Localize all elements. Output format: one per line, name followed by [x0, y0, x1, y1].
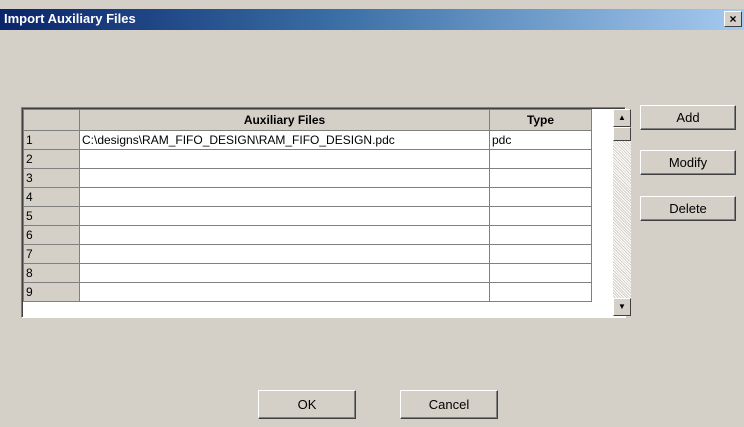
file-cell[interactable]	[79, 225, 490, 245]
files-table: Auxiliary Files Type 1 C:\designs\RAM_FI…	[23, 109, 592, 302]
ok-button[interactable]: OK	[258, 390, 356, 419]
modify-button[interactable]: Modify	[640, 150, 736, 175]
table-row[interactable]: 2	[23, 149, 592, 169]
type-cell[interactable]	[489, 168, 592, 188]
type-cell[interactable]	[489, 282, 592, 302]
row-number: 8	[23, 263, 80, 283]
table-header-row: Auxiliary Files Type	[23, 109, 592, 131]
file-cell[interactable]	[79, 206, 490, 226]
table-row[interactable]: 3	[23, 168, 592, 188]
file-cell[interactable]	[79, 187, 490, 207]
table-row[interactable]: 1 C:\designs\RAM_FIFO_DESIGN\RAM_FIFO_DE…	[23, 130, 592, 150]
dialog-window: Import Auxiliary Files × Auxiliary Files…	[0, 0, 744, 427]
file-cell[interactable]	[79, 282, 490, 302]
type-cell[interactable]: pdc	[489, 130, 592, 150]
scrollbar-thumb[interactable]	[613, 127, 631, 141]
row-number: 9	[23, 282, 80, 302]
table-row[interactable]: 9	[23, 282, 592, 302]
type-cell[interactable]	[489, 187, 592, 207]
row-number: 5	[23, 206, 80, 226]
type-cell[interactable]	[489, 206, 592, 226]
scroll-down-icon[interactable]: ▼	[613, 298, 631, 316]
type-cell[interactable]	[489, 263, 592, 283]
scroll-up-icon[interactable]: ▲	[613, 109, 631, 127]
row-number: 7	[23, 244, 80, 264]
close-button[interactable]: ×	[724, 11, 742, 27]
row-number: 1	[23, 130, 80, 150]
table-row[interactable]: 7	[23, 244, 592, 264]
row-number: 2	[23, 149, 80, 169]
title-bar[interactable]: Import Auxiliary Files ×	[0, 9, 744, 30]
row-number: 6	[23, 225, 80, 245]
cancel-button[interactable]: Cancel	[400, 390, 498, 419]
row-number-header	[23, 109, 80, 131]
auxiliary-files-header[interactable]: Auxiliary Files	[79, 109, 490, 131]
type-cell[interactable]	[489, 149, 592, 169]
row-number: 4	[23, 187, 80, 207]
vertical-scrollbar[interactable]: ▲ ▼	[613, 109, 631, 316]
type-header[interactable]: Type	[489, 109, 592, 131]
type-cell[interactable]	[489, 244, 592, 264]
file-cell[interactable]	[79, 263, 490, 283]
delete-button[interactable]: Delete	[640, 196, 736, 221]
window-title: Import Auxiliary Files	[4, 11, 136, 26]
type-cell[interactable]	[489, 225, 592, 245]
table-row[interactable]: 4	[23, 187, 592, 207]
table-row[interactable]: 8	[23, 263, 592, 283]
auxiliary-files-grid: Auxiliary Files Type 1 C:\designs\RAM_FI…	[21, 107, 631, 318]
file-cell[interactable]	[79, 149, 490, 169]
file-cell[interactable]: C:\designs\RAM_FIFO_DESIGN\RAM_FIFO_DESI…	[79, 130, 490, 150]
file-cell[interactable]	[79, 244, 490, 264]
row-number: 3	[23, 168, 80, 188]
add-button[interactable]: Add	[640, 105, 736, 130]
file-cell[interactable]	[79, 168, 490, 188]
table-row[interactable]: 5	[23, 206, 592, 226]
table-row[interactable]: 6	[23, 225, 592, 245]
